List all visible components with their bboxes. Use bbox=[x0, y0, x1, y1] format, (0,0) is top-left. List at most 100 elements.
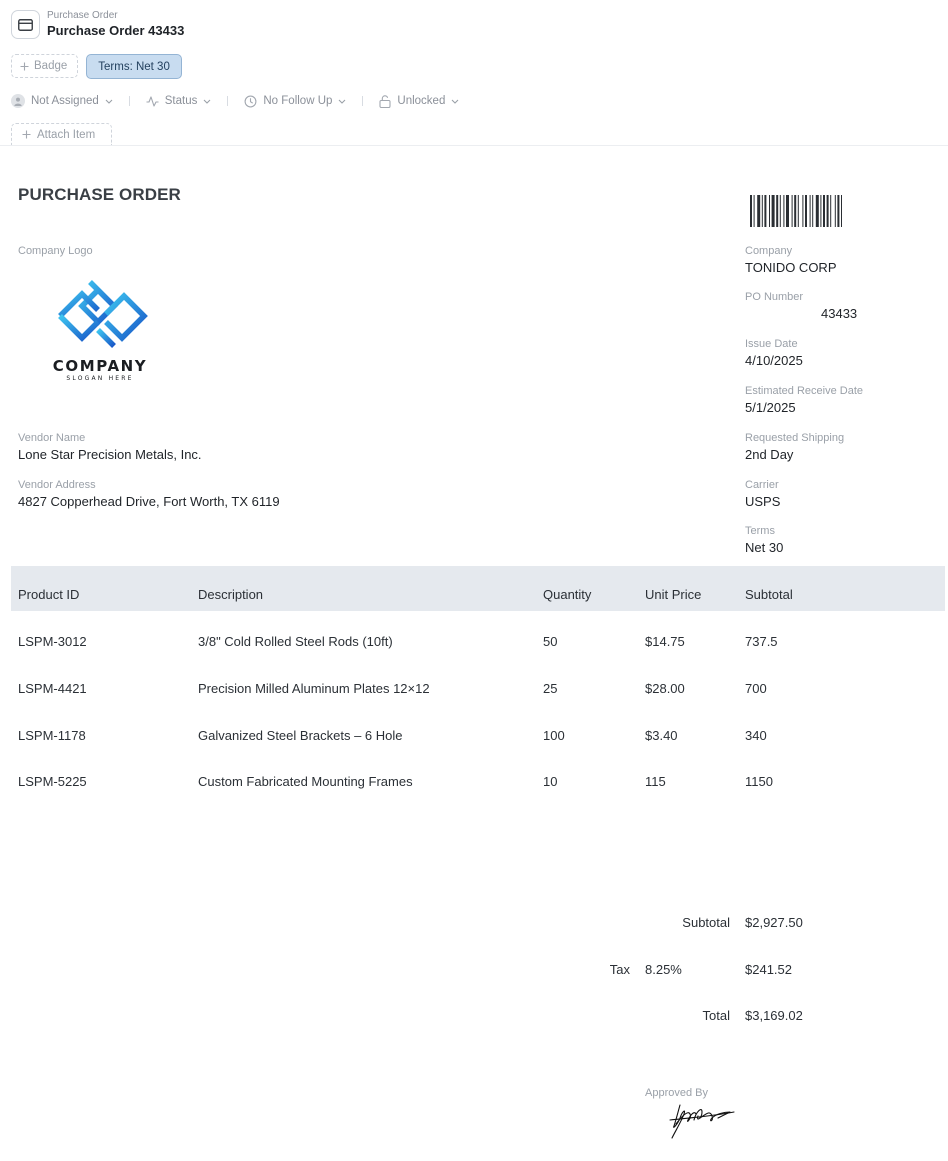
product-id-cell: LSPM-3012 bbox=[18, 634, 87, 649]
table-row: LSPM-5225 Custom Fabricated Mounting Fra… bbox=[0, 752, 948, 799]
chevron-down-icon bbox=[203, 99, 211, 104]
quantity-cell: 25 bbox=[543, 681, 558, 696]
plus-icon bbox=[22, 130, 31, 139]
receive-date-value: 5/1/2025 bbox=[745, 400, 796, 415]
barcode-bar bbox=[771, 195, 775, 227]
tax-value: $241.52 bbox=[745, 962, 792, 977]
description-cell: Precision Milled Aluminum Plates 12×12 bbox=[198, 681, 430, 696]
barcode-bar bbox=[826, 195, 829, 227]
quantity-cell: 10 bbox=[543, 774, 558, 789]
chevron-down-icon bbox=[105, 99, 113, 104]
chevron-down-icon bbox=[339, 99, 346, 104]
chevron-down-icon bbox=[451, 99, 459, 104]
terms-badge[interactable]: Terms: Net 30 bbox=[86, 54, 182, 79]
issue-date-value: 4/10/2025 bbox=[745, 353, 803, 368]
vendor-address: 4827 Copperhead Drive, Fort Worth, TX 61… bbox=[18, 494, 280, 509]
product-id-cell: LSPM-4421 bbox=[18, 681, 87, 696]
unit-price-cell: $28.00 bbox=[645, 681, 685, 696]
po-number-value: 43433 bbox=[821, 306, 858, 321]
tax-rate: 8.25% bbox=[645, 962, 682, 977]
avatar bbox=[11, 94, 25, 108]
assignee-dropdown[interactable]: Not Assigned bbox=[11, 94, 113, 108]
add-badge-button[interactable]: Badge bbox=[11, 54, 79, 78]
quantity-cell: 50 bbox=[543, 634, 558, 649]
company-logo-label: Company Logo bbox=[18, 245, 93, 257]
barcode-bar bbox=[837, 195, 840, 227]
column-header-subtotal: Subtotal bbox=[745, 587, 793, 602]
barcode-bar bbox=[830, 195, 832, 227]
divider bbox=[362, 96, 364, 106]
card-icon[interactable] bbox=[11, 10, 40, 39]
quantity-cell: 100 bbox=[543, 728, 565, 743]
page-header: Purchase Order Purchase Order 43433 bbox=[11, 9, 184, 40]
barcode-bar bbox=[764, 195, 767, 227]
total-label: Total bbox=[702, 1008, 730, 1023]
document-title: PURCHASE ORDER bbox=[18, 185, 181, 204]
barcode-bar bbox=[805, 195, 807, 227]
product-id-cell: LSPM-1178 bbox=[18, 728, 86, 743]
po-number-label: PO Number bbox=[745, 291, 804, 303]
company-label: Company bbox=[745, 245, 793, 257]
barcode-bar bbox=[834, 195, 836, 227]
divider bbox=[128, 96, 130, 106]
column-header-unit-price: Unit Price bbox=[645, 587, 702, 602]
logo-wordmark: COMPANY bbox=[53, 357, 148, 375]
barcode-bar bbox=[786, 195, 789, 227]
clock-icon bbox=[244, 95, 257, 107]
unlock-icon bbox=[379, 94, 391, 108]
company-logo: COMPANY SLOGAN HERE bbox=[53, 280, 148, 382]
lock-dropdown[interactable]: Unlocked bbox=[379, 94, 459, 108]
company-value: TONIDO CORP bbox=[745, 260, 837, 275]
column-header-description: Description bbox=[198, 587, 264, 602]
divider bbox=[227, 96, 229, 106]
barcode-bar bbox=[779, 195, 781, 227]
barcode-bar bbox=[783, 195, 785, 227]
subtotal-cell: 737.5 bbox=[745, 634, 778, 649]
table-row: LSPM-4421 Precision Milled Aluminum Plat… bbox=[0, 658, 948, 705]
attach-item-button[interactable]: Attach Item bbox=[11, 123, 112, 145]
breadcrumb[interactable]: Purchase Order bbox=[47, 10, 184, 22]
badge-row: Badge Terms: Net 30 bbox=[11, 54, 182, 79]
unit-price-cell: 115 bbox=[645, 774, 666, 789]
barcode-bar bbox=[776, 195, 779, 227]
issue-date-label: Issue Date bbox=[745, 338, 798, 350]
barcode-bar bbox=[757, 195, 761, 227]
column-header-product-id: Product ID bbox=[18, 587, 80, 602]
barcode-bar bbox=[812, 195, 814, 227]
logo-slogan: SLOGAN HERE bbox=[66, 375, 133, 382]
status-label: Status bbox=[164, 95, 198, 107]
terms-value: Net 30 bbox=[745, 540, 784, 555]
barcode-bar bbox=[797, 195, 799, 227]
follow-up-dropdown[interactable]: No Follow Up bbox=[244, 95, 346, 108]
approved-by-label: Approved By bbox=[645, 1087, 708, 1099]
barcode-bar bbox=[823, 195, 825, 227]
barcode-bar bbox=[769, 195, 770, 227]
barcode-bar bbox=[761, 195, 763, 227]
barcode-bar bbox=[809, 195, 811, 227]
product-id-cell: LSPM-5225 bbox=[18, 774, 87, 789]
total-value: $3,169.02 bbox=[745, 1008, 803, 1023]
page-title: Purchase Order 43433 bbox=[47, 23, 185, 38]
subtotal-cell: 1150 bbox=[745, 774, 773, 789]
carrier-label: Carrier bbox=[745, 479, 779, 491]
barcode bbox=[750, 195, 842, 227]
unit-price-cell: $3.40 bbox=[645, 728, 678, 743]
add-badge-label: Badge bbox=[34, 60, 68, 72]
barcode-bar bbox=[841, 195, 842, 227]
subtotal-label: Subtotal bbox=[682, 915, 730, 930]
signature bbox=[669, 1104, 735, 1139]
subtotal-cell: 700 bbox=[745, 681, 767, 696]
follow-up-label: No Follow Up bbox=[263, 95, 333, 107]
description-cell: 3/8" Cold Rolled Steel Rods (10ft) bbox=[198, 634, 393, 649]
vendor-name: Lone Star Precision Metals, Inc. bbox=[18, 447, 202, 462]
barcode-bar bbox=[753, 195, 755, 227]
status-dropdown[interactable]: Status bbox=[146, 95, 212, 107]
shipping-label: Requested Shipping bbox=[745, 432, 845, 444]
tax-label: Tax bbox=[609, 962, 630, 977]
barcode-bar bbox=[750, 195, 752, 227]
plus-icon bbox=[20, 62, 29, 70]
activity-icon bbox=[146, 95, 159, 107]
divider bbox=[0, 145, 948, 146]
barcode-bar bbox=[791, 195, 793, 227]
table-row: LSPM-3012 3/8" Cold Rolled Steel Rods (1… bbox=[0, 611, 948, 658]
